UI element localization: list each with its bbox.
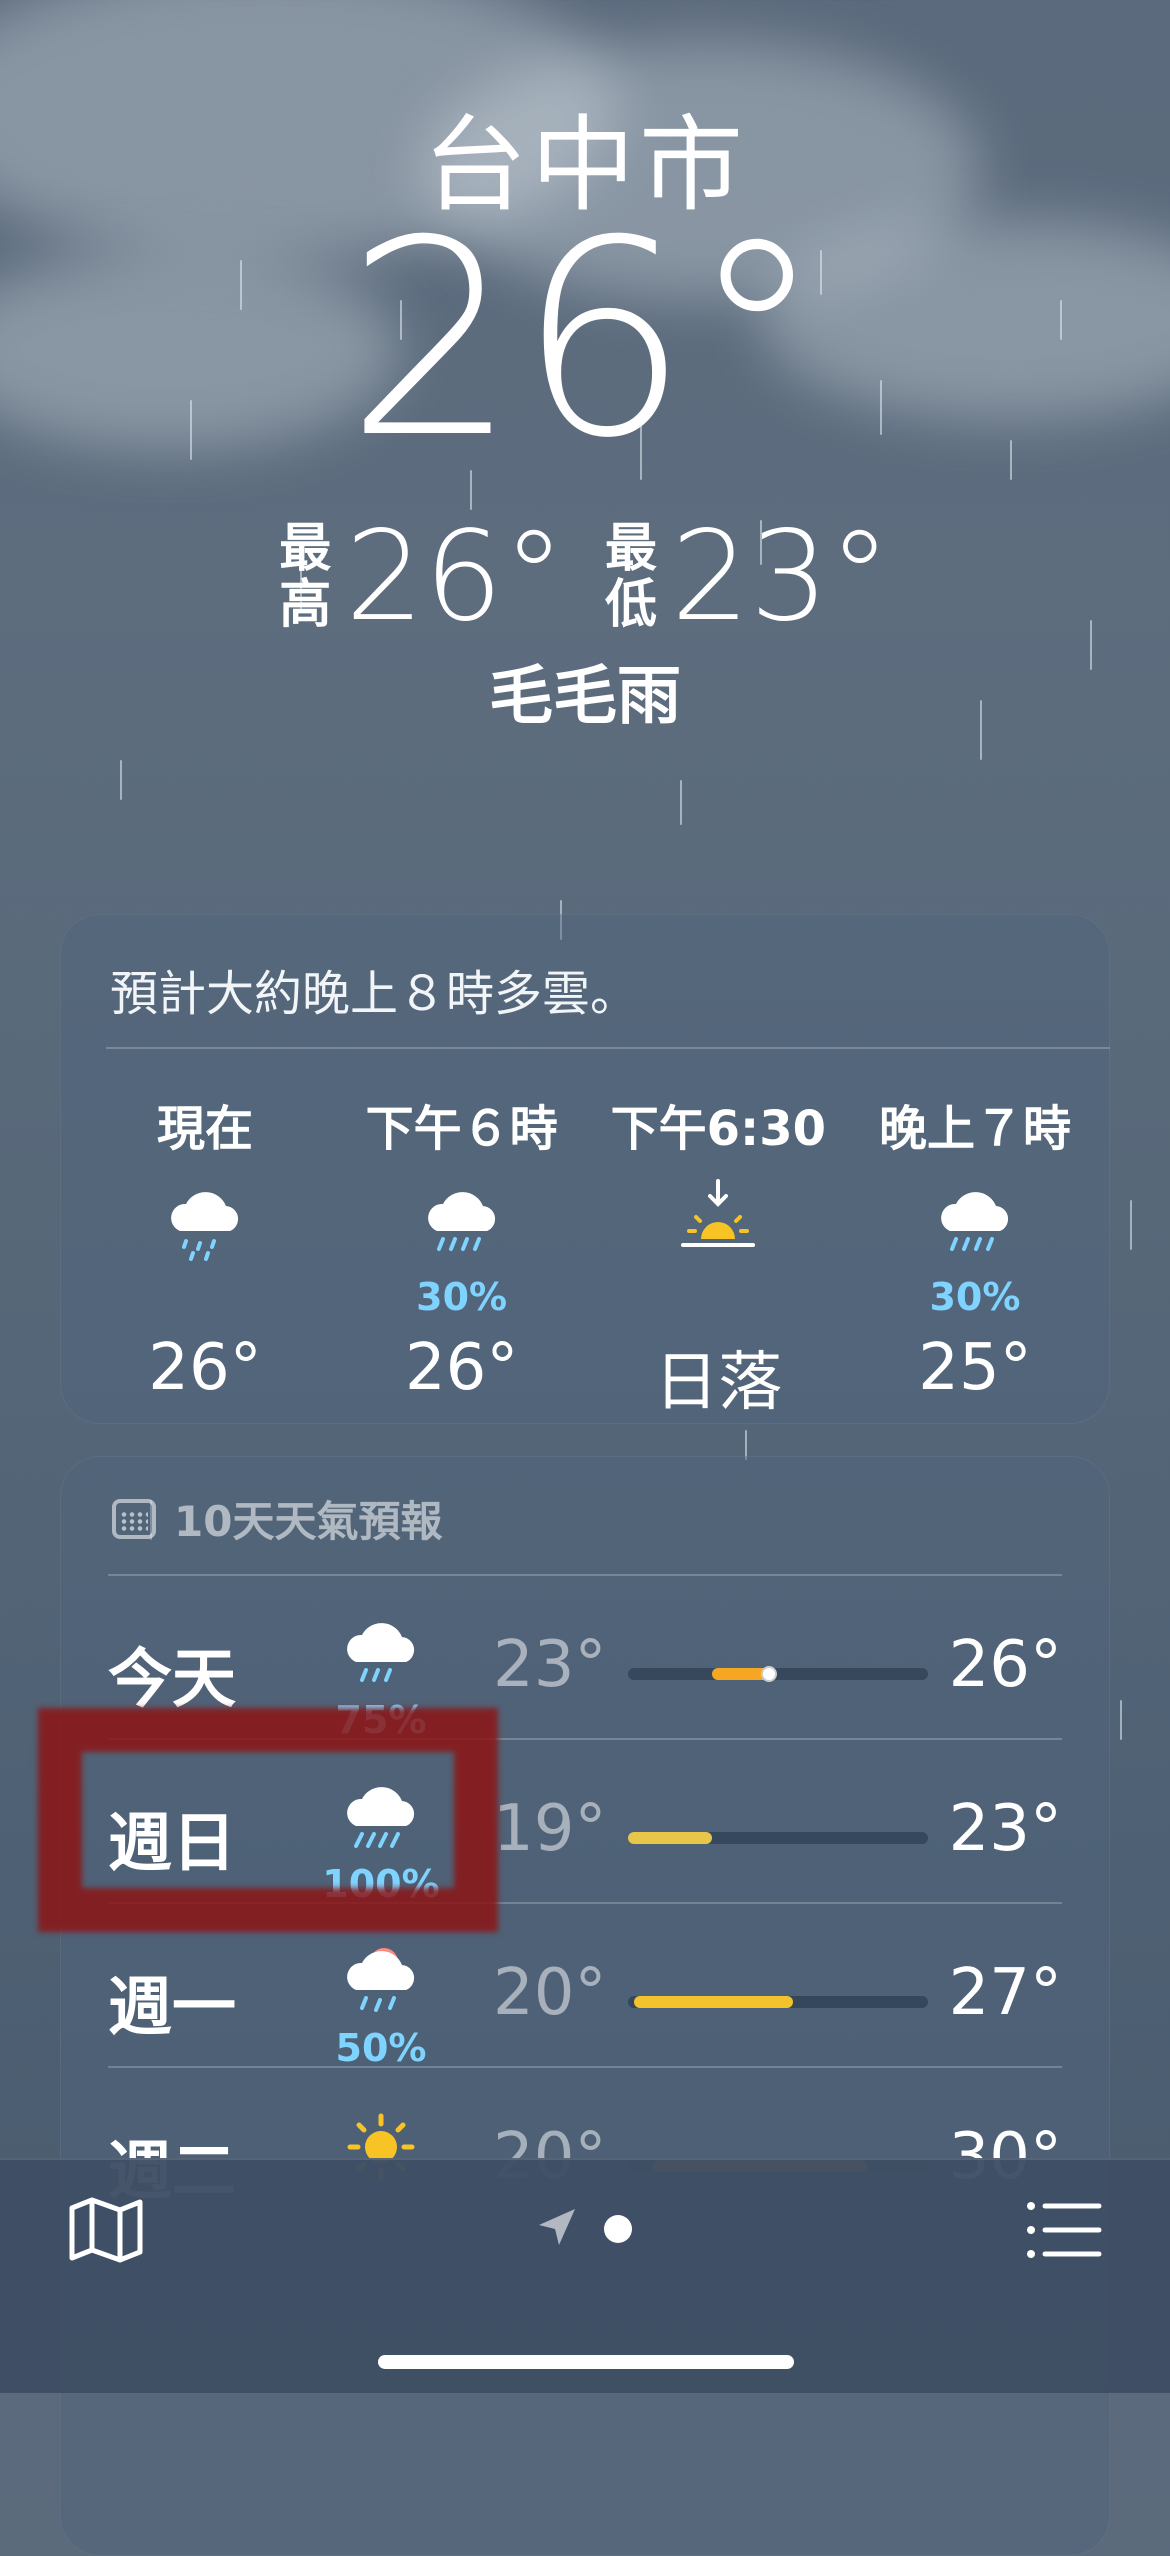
low-temperature: 23° bbox=[671, 505, 891, 649]
temperature-range-bar bbox=[628, 1996, 928, 2008]
precip-chance: 50% bbox=[335, 2026, 427, 2070]
high-temp: 26° bbox=[948, 1628, 1062, 1702]
hour-item: 下午６時 30% 26° bbox=[365, 1101, 558, 1405]
hour-item: 下午6:30 日落 bbox=[610, 1101, 827, 1420]
hourly-forecast-card[interactable]: 預計大約晚上８時多雲。 現在 26° 下午６時 30% 26° 下午6:30 日… bbox=[60, 914, 1110, 1424]
high-temp: 27° bbox=[948, 1956, 1062, 2030]
divider bbox=[106, 1047, 1110, 1049]
location-arrow-icon[interactable] bbox=[535, 2205, 579, 2249]
page-indicator-dot[interactable] bbox=[604, 2215, 632, 2243]
rain-streak bbox=[1130, 1200, 1132, 1250]
forecast-summary: 預計大約晚上８時多雲。 bbox=[110, 966, 639, 1022]
cloud-drizzle-icon bbox=[150, 1169, 260, 1279]
range-fill bbox=[634, 1996, 793, 2008]
bottom-toolbar bbox=[0, 2158, 1170, 2393]
cloud-rain-icon bbox=[920, 1169, 1030, 1279]
low-temp: 20° bbox=[493, 1956, 607, 2030]
highlight-box bbox=[38, 1708, 498, 1932]
list-icon[interactable] bbox=[1025, 2198, 1103, 2262]
current-temp-dot bbox=[761, 1666, 777, 1682]
hourly-list[interactable]: 現在 26° 下午６時 30% 26° 下午6:30 日落 晚上７時 30% 2… bbox=[90, 1089, 1090, 1423]
high-temp: 23° bbox=[948, 1792, 1062, 1866]
divider bbox=[108, 1574, 1062, 1576]
day-label: 今天 bbox=[108, 1643, 236, 1717]
high-label: 最 高 bbox=[279, 519, 332, 635]
high-temperature: 26° bbox=[345, 505, 565, 649]
home-indicator[interactable] bbox=[378, 2355, 794, 2369]
weather-condition: 毛毛雨 bbox=[489, 660, 681, 734]
daily-row[interactable]: 週一 50% 20° 27° bbox=[108, 1908, 1062, 2072]
low-temp: 19° bbox=[493, 1792, 607, 1866]
rain-streak bbox=[120, 760, 122, 800]
cloud-rain-icon bbox=[407, 1169, 517, 1279]
hour-item: 現在 26° bbox=[148, 1101, 262, 1405]
temperature-range-bar bbox=[628, 1832, 928, 1844]
low-temp: 23° bbox=[493, 1628, 607, 1702]
rain-streak bbox=[680, 780, 682, 825]
low-label: 最 低 bbox=[605, 519, 658, 635]
range-fill bbox=[628, 1832, 712, 1844]
calendar-icon bbox=[112, 1498, 156, 1539]
sunset-icon bbox=[663, 1169, 773, 1279]
hour-item: 晚上７時 30% 25° bbox=[878, 1101, 1071, 1405]
day-label: 週一 bbox=[108, 1971, 236, 2045]
ten-day-header: 10天天氣預報 bbox=[112, 1488, 442, 1549]
map-icon[interactable] bbox=[66, 2190, 146, 2270]
current-temperature: 26° bbox=[345, 182, 825, 497]
rain-streak bbox=[1120, 1700, 1122, 1740]
divider bbox=[108, 2066, 1062, 2068]
high-low-temperatures: 最 高 26° 最 低 23° bbox=[0, 505, 1170, 649]
cloud-sun-rain-icon bbox=[326, 1928, 436, 2038]
cloud-rain-icon bbox=[326, 1600, 436, 1710]
temperature-range-bar bbox=[628, 1666, 928, 1682]
